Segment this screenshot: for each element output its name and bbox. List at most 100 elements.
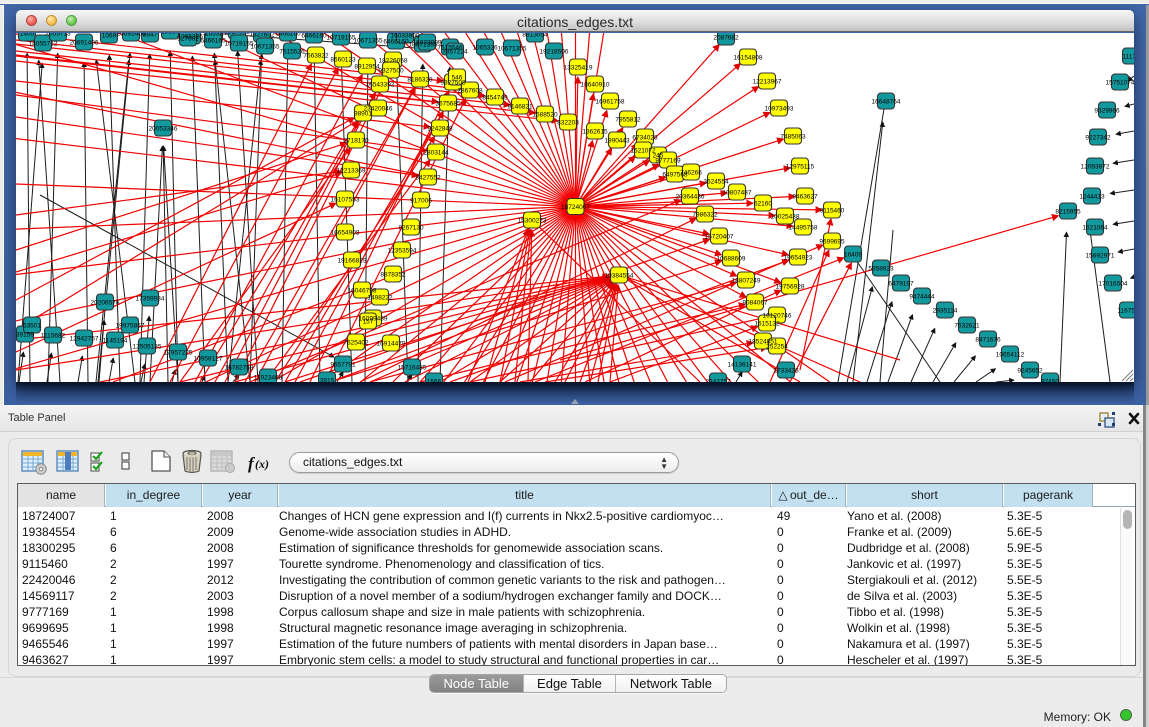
svg-text:3624554: 3624554: [703, 178, 729, 185]
svg-text:39159: 39159: [16, 331, 34, 338]
svg-text:8813054: 8813054: [522, 33, 548, 38]
svg-text:6466160: 6466160: [200, 37, 226, 44]
svg-text:10671355: 10671355: [354, 37, 383, 44]
svg-text:15720407: 15720407: [705, 233, 734, 240]
svg-text:14136141: 14136141: [728, 361, 757, 368]
svg-text:18807249: 18807249: [732, 277, 761, 284]
svg-text:2935114: 2935114: [933, 307, 958, 314]
svg-text:10719155: 10719155: [327, 34, 356, 41]
svg-text:19166829: 19166829: [338, 257, 367, 264]
svg-text:9657791: 9657791: [330, 361, 356, 368]
svg-text:53501: 53501: [23, 322, 41, 329]
svg-text:9242848: 9242848: [427, 125, 453, 132]
svg-text:746266: 746266: [680, 169, 702, 176]
svg-text:15300273: 15300273: [518, 217, 547, 224]
svg-text:9245652: 9245652: [1017, 367, 1043, 374]
svg-text:1588520: 1588520: [532, 111, 558, 118]
svg-text:7857224: 7857224: [442, 48, 468, 55]
svg-text:8454749: 8454749: [482, 94, 508, 101]
svg-text:18724007: 18724007: [561, 204, 590, 211]
svg-text:17957225: 17957225: [164, 349, 193, 356]
svg-text:9227342: 9227342: [1085, 134, 1111, 141]
svg-text:10671355: 10671355: [251, 43, 280, 50]
svg-text:7955812: 7955812: [615, 116, 641, 123]
svg-text:10973493: 10973493: [765, 105, 794, 112]
svg-text:1733426: 1733426: [773, 367, 799, 374]
svg-text:8186328: 8186328: [407, 76, 433, 83]
svg-text:116753: 116753: [1117, 307, 1134, 314]
svg-text:16961758: 16961758: [596, 98, 625, 105]
svg-text:1069: 1069: [102, 33, 117, 39]
svg-text:8215955: 8215955: [1055, 208, 1081, 215]
svg-text:9474444: 9474444: [909, 293, 935, 300]
svg-text:17016504: 17016504: [1099, 280, 1128, 287]
svg-text:98901: 98901: [354, 110, 372, 117]
svg-text:8660123: 8660123: [330, 56, 356, 63]
svg-text:527602: 527602: [177, 35, 199, 42]
svg-text:832203: 832203: [557, 119, 579, 126]
svg-text:10807487: 10807487: [723, 189, 752, 196]
svg-text:5958923: 5958923: [868, 265, 894, 272]
svg-text:9329966: 9329966: [1094, 107, 1120, 114]
svg-text:9146821: 9146821: [507, 103, 533, 110]
svg-text:7663822: 7663822: [303, 52, 329, 59]
svg-text:20206576: 20206576: [91, 299, 120, 306]
svg-text:14495758: 14495758: [789, 224, 818, 231]
svg-text:2867608: 2867608: [457, 87, 483, 94]
svg-text:11174: 11174: [1122, 53, 1134, 60]
svg-text:16782759: 16782759: [225, 364, 254, 371]
svg-text:2055713: 2055713: [45, 33, 71, 37]
svg-text:7632621: 7632621: [954, 322, 980, 329]
svg-text:10654112: 10654112: [996, 351, 1025, 358]
svg-text:10025438: 10025438: [771, 213, 800, 220]
svg-text:1498222: 1498222: [367, 294, 393, 301]
svg-text:17359934: 17359934: [136, 295, 165, 302]
svg-text:6466160: 6466160: [275, 33, 301, 37]
svg-text:9327500: 9327500: [378, 67, 404, 74]
svg-text:16914479: 16914479: [377, 340, 406, 347]
svg-text:15716485: 15716485: [398, 364, 427, 371]
svg-text:(x): (x): [255, 457, 269, 471]
svg-text:7986322: 7986322: [692, 211, 718, 218]
svg-text:20053346: 20053346: [149, 125, 178, 132]
svg-text:3675685: 3675685: [435, 100, 461, 107]
svg-text:9699695: 9699695: [819, 238, 845, 245]
svg-text:917006: 917006: [410, 197, 432, 204]
svg-text:19756928: 19756928: [776, 283, 805, 290]
svg-text:546: 546: [452, 74, 463, 81]
svg-text:7515526: 7515526: [279, 48, 305, 55]
svg-text:16046798: 16046798: [348, 287, 377, 294]
svg-text:16120746: 16120746: [763, 312, 792, 319]
svg-text:9084067: 9084067: [742, 299, 768, 306]
svg-text:10688609: 10688609: [717, 255, 746, 262]
svg-text:1065326: 1065326: [472, 44, 498, 51]
svg-text:12942757: 12942757: [70, 335, 99, 342]
svg-text:2342757: 2342757: [705, 378, 731, 382]
svg-text:12975115: 12975115: [786, 163, 815, 170]
svg-text:1615132: 1615132: [754, 320, 780, 327]
svg-text:1527602: 1527602: [224, 33, 250, 35]
svg-text:3915: 3915: [320, 377, 335, 382]
svg-text:1621064: 1621064: [1082, 224, 1108, 231]
svg-text:16409: 16409: [844, 251, 862, 258]
svg-text:19654923: 19654923: [784, 254, 813, 261]
svg-text:97450: 97450: [1041, 378, 1059, 382]
svg-text:16033809: 16033809: [413, 39, 442, 46]
svg-text:18640910: 18640910: [581, 81, 610, 88]
svg-text:18226058: 18226058: [379, 57, 408, 64]
svg-text:1145194: 1145194: [103, 337, 128, 344]
svg-text:8471676: 8471676: [975, 336, 1001, 343]
svg-text:16648764: 16648764: [872, 98, 901, 105]
svg-text:11923468: 11923468: [254, 374, 283, 381]
svg-text:252254: 252254: [766, 343, 788, 350]
svg-text:1405: 1405: [20, 33, 35, 37]
svg-text:2718170: 2718170: [343, 137, 369, 144]
svg-text:7485063: 7485063: [780, 133, 806, 140]
svg-text:1115682: 1115682: [41, 332, 66, 339]
svg-text:1990443: 1990443: [604, 137, 630, 144]
svg-text:12213369: 12213369: [337, 167, 366, 174]
svg-text:14055712: 14055712: [29, 40, 58, 47]
svg-text:2803144: 2803144: [423, 149, 449, 156]
svg-text:1244413: 1244413: [1079, 193, 1105, 200]
svg-text:6466160: 6466160: [301, 33, 327, 39]
